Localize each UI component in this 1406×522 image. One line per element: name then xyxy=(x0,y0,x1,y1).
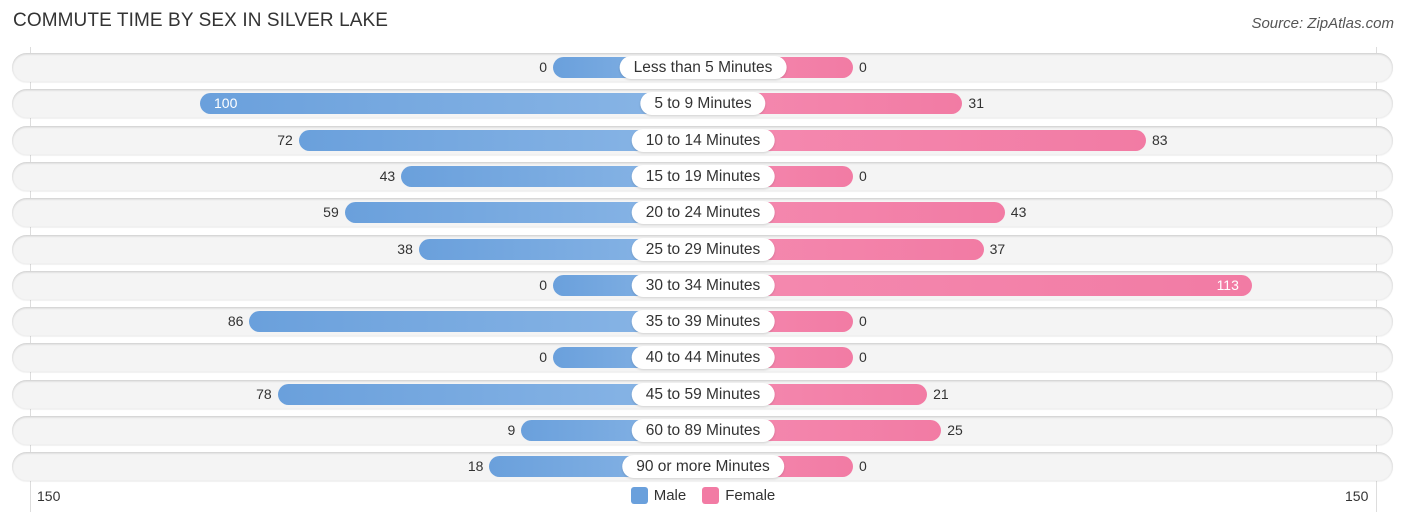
legend-item-female[interactable]: Female xyxy=(702,487,775,504)
female-value-label: 83 xyxy=(1151,131,1168,148)
category-label: 10 to 14 Minutes xyxy=(631,128,775,152)
female-value-label: 43 xyxy=(1010,204,1027,221)
category-label: 35 to 39 Minutes xyxy=(631,310,775,334)
female-value-label: 31 xyxy=(968,95,984,112)
male-value-label: 72 xyxy=(277,131,293,148)
category-label: 45 to 59 Minutes xyxy=(631,382,775,406)
female-value-label: 113 xyxy=(1216,276,1239,293)
category-label: 30 to 34 Minutes xyxy=(631,273,775,297)
female-bar[interactable] xyxy=(703,274,1252,296)
male-value-label: 100 xyxy=(214,95,238,112)
male-value-label: 38 xyxy=(397,240,413,257)
female-value-label: 0 xyxy=(859,458,867,475)
male-value-label: 78 xyxy=(256,385,272,402)
legend-label-female: Female xyxy=(725,487,776,504)
male-value-label: 18 xyxy=(467,458,484,475)
category-label: 20 to 24 Minutes xyxy=(631,201,775,225)
female-value-label: 25 xyxy=(947,422,963,438)
category-label: 90 or more Minutes xyxy=(622,455,784,479)
male-value-label: 43 xyxy=(379,167,396,184)
legend-label-male: Male xyxy=(653,487,687,504)
male-value-label: 9 xyxy=(507,422,516,438)
male-value-label: 86 xyxy=(227,313,244,330)
female-value-label: 21 xyxy=(933,385,949,402)
female-value-label: 0 xyxy=(859,167,867,184)
source-label: Source: ZipAtlas.com xyxy=(1251,15,1394,32)
male-value-label: 0 xyxy=(539,276,547,293)
male-value-label: 0 xyxy=(539,59,547,75)
male-value-label: 0 xyxy=(539,349,547,366)
male-bar[interactable] xyxy=(200,93,703,115)
category-label: 40 to 44 Minutes xyxy=(631,346,775,370)
male-value-label: 59 xyxy=(323,204,339,221)
female-swatch-icon xyxy=(702,487,720,504)
category-label: 25 to 29 Minutes xyxy=(631,237,775,261)
female-value-label: 0 xyxy=(859,349,867,366)
category-label: 15 to 19 Minutes xyxy=(631,164,775,188)
female-value-label: 37 xyxy=(989,240,1006,257)
category-label: 60 to 89 Minutes xyxy=(631,419,775,442)
category-label: Less than 5 Minutes xyxy=(619,56,787,79)
female-value-label: 0 xyxy=(859,313,867,330)
male-swatch-icon xyxy=(630,487,648,504)
female-value-label: 0 xyxy=(859,59,867,75)
chart-title: COMMUTE TIME BY SEX IN SILVER LAKE xyxy=(13,10,389,31)
legend: Male Female xyxy=(0,487,1406,504)
legend-item-male[interactable]: Male xyxy=(630,487,687,504)
category-label: 5 to 9 Minutes xyxy=(640,92,766,116)
